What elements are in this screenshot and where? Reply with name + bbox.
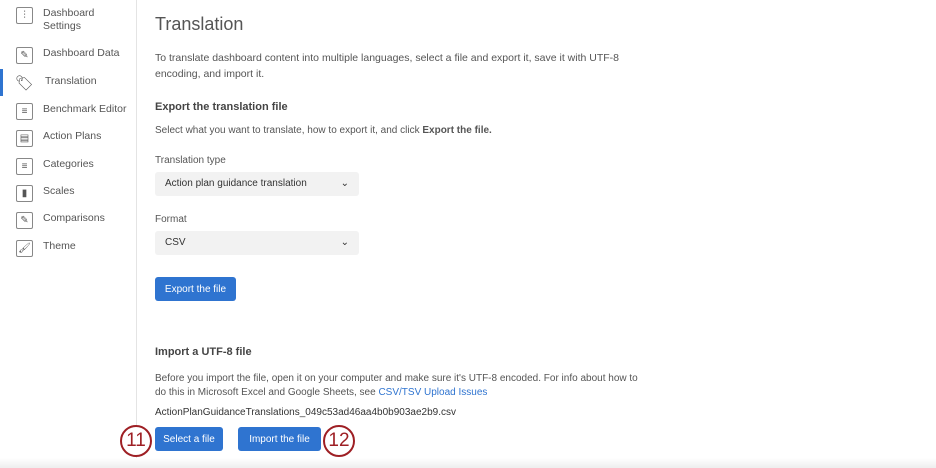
list-icon: ≡ (16, 158, 33, 175)
sidebar: ⫶ Dashboard Settings ✎ Dashboard Data 🏷 Tra… (0, 0, 137, 468)
list-icon: ≡ (16, 103, 33, 120)
sidebar-item-dashboard-data[interactable]: ✎ Dashboard Data (16, 47, 119, 64)
export-description: Select what you want to translate, how t… (155, 125, 492, 136)
bottom-shadow (0, 458, 936, 468)
sidebar-item-benchmark-editor[interactable]: ≡ Benchmark Editor (16, 103, 126, 120)
import-file-button[interactable]: Import the file (238, 427, 321, 451)
clipboard-icon: ▤ (16, 130, 33, 147)
sidebar-item-translation[interactable]: 🏷 Translation (14, 75, 97, 92)
sidebar-item-label: Comparisons (43, 212, 105, 224)
active-indicator (0, 69, 3, 96)
csv-upload-issues-link[interactable]: CSV/TSV Upload Issues (378, 387, 487, 398)
sidebar-item-label: Action Plans (43, 130, 102, 142)
chevron-down-icon: ⌄ (340, 178, 349, 189)
select-file-button[interactable]: Select a file (155, 427, 223, 451)
callout-11: 11 (120, 425, 152, 457)
sidebar-item-comparisons[interactable]: ✎ Comparisons (16, 212, 105, 229)
callout-12: 12 (323, 425, 355, 457)
sidebar-item-dashboard-settings[interactable]: ⫶ Dashboard Settings (16, 7, 113, 33)
sidebar-item-label: Dashboard Data (43, 47, 120, 59)
format-select[interactable]: CSV ⌄ (155, 231, 359, 255)
import-description: Before you import the file, open it on y… (155, 373, 638, 398)
sidebar-item-theme[interactable]: 🖌 Theme (16, 240, 76, 257)
sidebar-item-label: Categories (43, 158, 94, 170)
intro-text: To translate dashboard content into mult… (155, 52, 619, 80)
sidebar-item-categories[interactable]: ≡ Categories (16, 158, 94, 175)
page-title: Translation (155, 14, 244, 34)
sidebar-item-action-plans[interactable]: ▤ Action Plans (16, 130, 101, 147)
bar-chart-icon: ▮ (16, 185, 33, 202)
selected-filename: ActionPlanGuidanceTranslations_049c53ad4… (155, 407, 456, 418)
brush-icon: 🖌 (16, 240, 33, 257)
pencil-icon: ✎ (16, 212, 33, 229)
sidebar-item-label: Dashboard Settings (43, 7, 95, 32)
chevron-down-icon: ⌄ (340, 237, 349, 248)
sliders-icon: ⫶ (16, 7, 33, 24)
translation-type-select[interactable]: Action plan guidance translation ⌄ (155, 172, 359, 196)
import-heading: Import a UTF-8 file (155, 346, 252, 358)
pencil-icon: ✎ (16, 47, 33, 64)
sidebar-item-label: Benchmark Editor (43, 103, 127, 115)
format-label: Format (155, 214, 187, 225)
translation-type-label: Translation type (155, 155, 226, 166)
sidebar-item-scales[interactable]: ▮ Scales (16, 185, 75, 202)
sidebar-item-label: Theme (43, 240, 76, 252)
tag-icon: 🏷 (14, 75, 35, 92)
export-heading: Export the translation file (155, 101, 288, 113)
sidebar-item-label: Scales (43, 185, 75, 197)
sidebar-item-label: Translation (45, 75, 97, 87)
export-file-button[interactable]: Export the file (155, 277, 236, 301)
